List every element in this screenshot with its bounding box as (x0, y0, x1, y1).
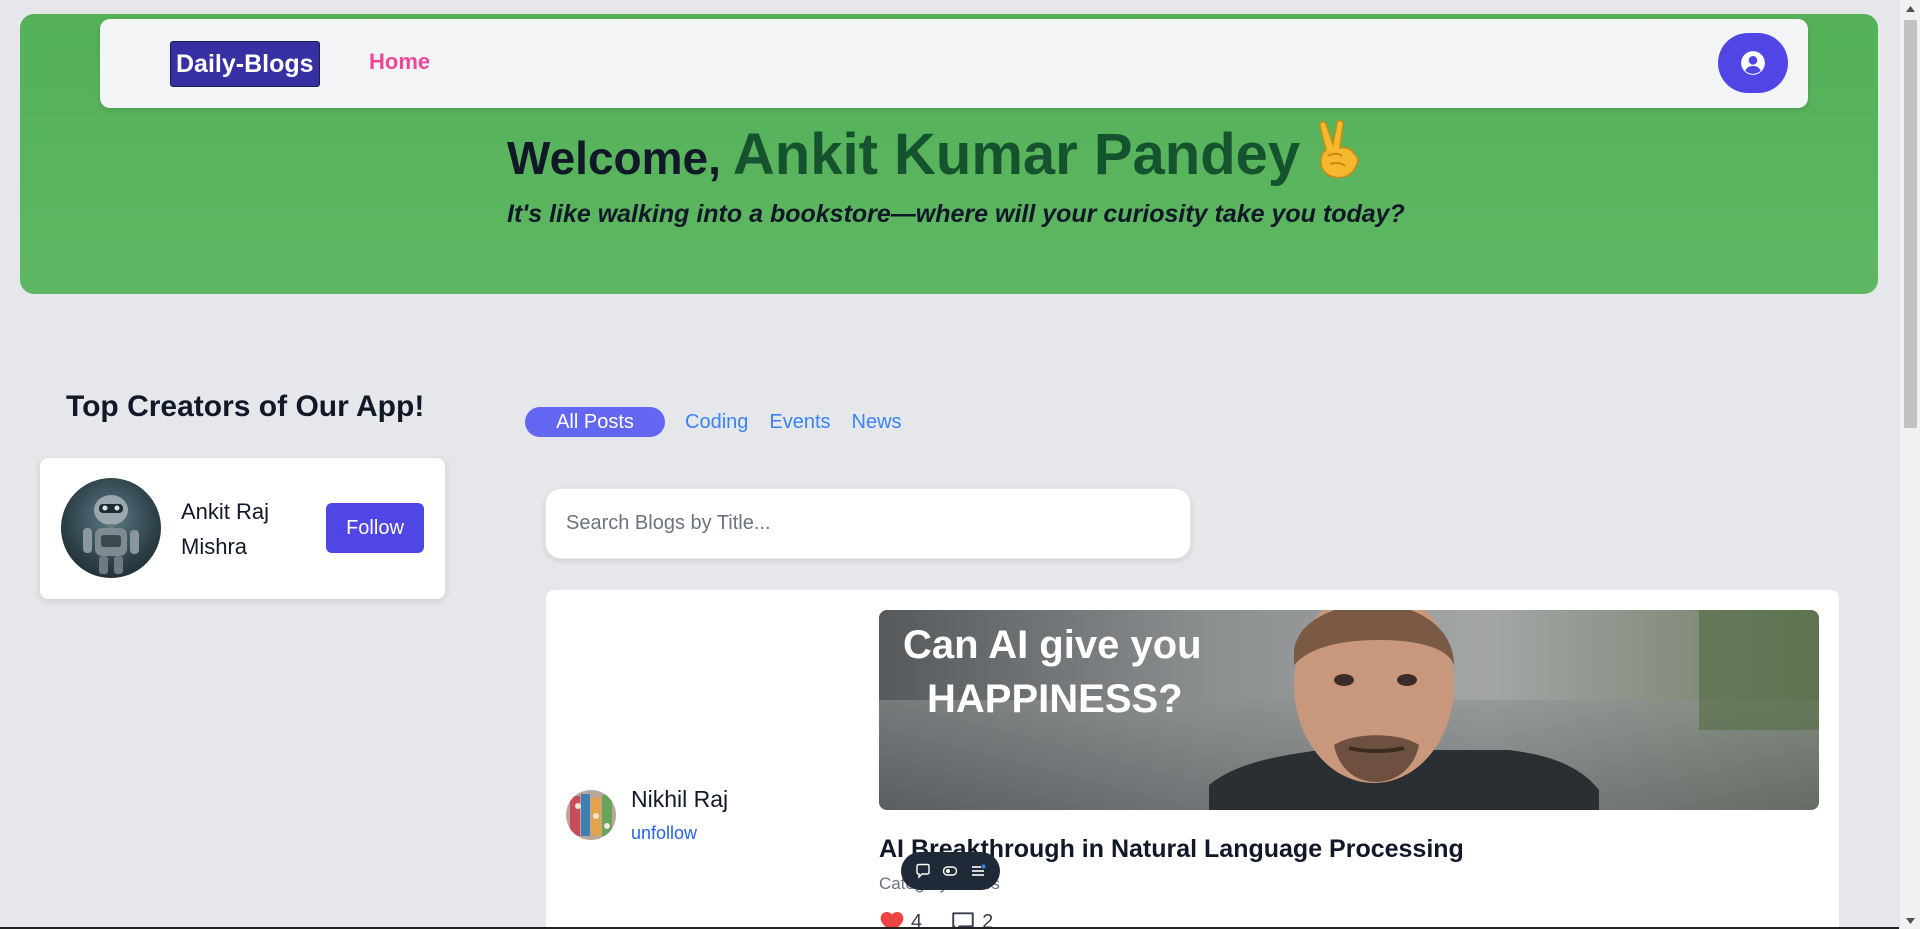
welcome-user-name: Ankit Kumar Pandey (732, 122, 1301, 187)
author-avatar[interactable] (566, 790, 616, 840)
brand-logo-link[interactable]: Daily-Blogs (170, 41, 320, 87)
toggle-icon[interactable] (942, 863, 958, 879)
chat-bubble-icon[interactable] (915, 863, 931, 879)
victory-hand-icon (1312, 119, 1364, 185)
tab-all-posts[interactable]: All Posts (525, 407, 665, 437)
creator-name: Ankit Raj Mishra (181, 499, 270, 559)
scroll-up-arrow-icon[interactable] (1900, 0, 1920, 17)
image-text-line2: HAPPINESS? (927, 677, 1183, 721)
welcome-prefix: Welcome, (507, 132, 721, 184)
floating-toolbar (901, 852, 1000, 890)
scrollbar-thumb[interactable] (1904, 20, 1917, 428)
viewport: Daily-Blogs Home Welcome, Ankit Kumar Pa… (0, 0, 1899, 929)
user-circle-icon (1741, 51, 1765, 75)
tab-coding[interactable]: Coding (685, 411, 748, 434)
navbar: Daily-Blogs Home (100, 19, 1808, 108)
tab-news[interactable]: News (852, 411, 902, 434)
vertical-scrollbar[interactable] (1899, 0, 1920, 929)
follow-button[interactable]: Follow (326, 503, 424, 553)
search-input[interactable] (545, 488, 1191, 559)
hero-tagline: It's like walking into a bookstore—where… (507, 200, 1405, 228)
post-card: Nikhil Raj unfollow Can AI give you HAPP… (546, 590, 1839, 929)
creator-avatar (61, 478, 161, 578)
top-creators-title: Top Creators of Our App! (66, 390, 425, 423)
category-tabs: All Posts Coding Events News (525, 407, 923, 437)
tab-events[interactable]: Events (769, 411, 830, 434)
post-cover-image[interactable]: Can AI give you HAPPINESS? (879, 610, 1819, 810)
unfollow-link[interactable]: unfollow (631, 823, 697, 844)
image-text-line1: Can AI give you (903, 623, 1202, 667)
profile-button[interactable] (1718, 33, 1788, 93)
author-name: Nikhil Raj (631, 786, 729, 812)
welcome-heading: Welcome, Ankit Kumar Pandey (507, 114, 1364, 188)
nav-home-link[interactable]: Home (369, 49, 430, 75)
scroll-down-arrow-icon[interactable] (1900, 912, 1920, 929)
hero-banner: Daily-Blogs Home Welcome, Ankit Kumar Pa… (20, 14, 1878, 294)
list-menu-icon[interactable] (970, 863, 986, 879)
creator-card: Ankit Raj Mishra Follow (40, 458, 445, 599)
